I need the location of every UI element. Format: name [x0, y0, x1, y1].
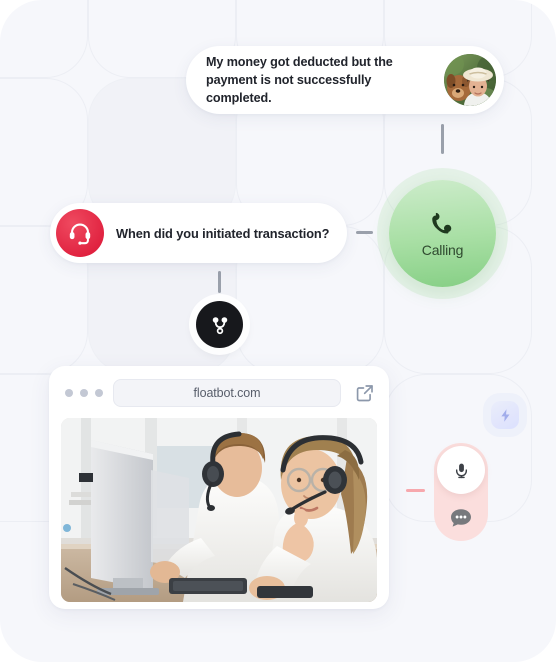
window-control-dot[interactable] [80, 389, 88, 397]
connector-bot-to-calling [356, 231, 373, 234]
window-control-dot[interactable] [65, 389, 73, 397]
browser-preview-card: floatbot.com [49, 366, 389, 609]
chat-bubble-icon[interactable] [448, 506, 474, 530]
window-controls[interactable] [61, 389, 103, 397]
url-input[interactable]: floatbot.com [113, 379, 341, 407]
phone-handset-icon [431, 212, 451, 234]
flow-merge-icon[interactable] [196, 301, 243, 348]
lightning-bolt-icon[interactable] [491, 401, 519, 429]
user-message-text: My money got deducted but the payment is… [206, 54, 393, 106]
illustration-canvas: My money got deducted but the payment is… [0, 0, 556, 662]
connector-bot-to-flow [218, 271, 221, 293]
voice-chat-widget [434, 443, 488, 541]
browser-toolbar: floatbot.com [61, 378, 377, 408]
url-text: floatbot.com [193, 386, 261, 400]
microphone-icon[interactable] [437, 446, 485, 494]
call-center-agents-photo [61, 418, 377, 602]
bot-message-text: When did you initiated transaction? [116, 225, 330, 241]
external-link-icon[interactable] [351, 383, 377, 403]
user-avatar [444, 54, 496, 106]
connector-widget [406, 489, 425, 492]
user-message-bubble: My money got deducted but the payment is… [186, 46, 504, 114]
headset-icon [56, 209, 104, 257]
calling-node[interactable]: Calling [389, 180, 496, 287]
connector-user-to-calling [441, 124, 444, 154]
bot-message-bubble: When did you initiated transaction? [50, 203, 347, 263]
calling-node-label: Calling [421, 242, 464, 258]
window-control-dot[interactable] [95, 389, 103, 397]
